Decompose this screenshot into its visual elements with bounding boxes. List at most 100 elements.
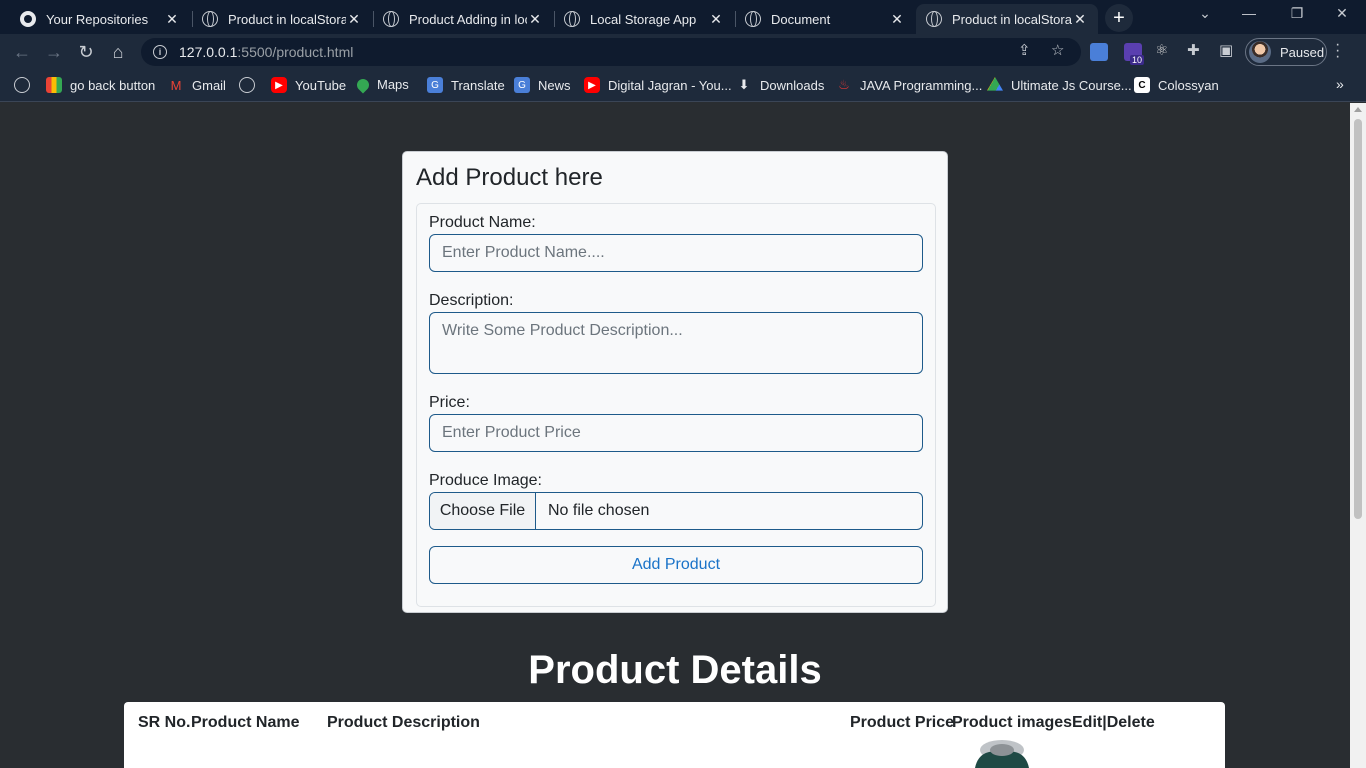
- bookmark-maps[interactable]: Maps: [354, 76, 409, 93]
- github-icon: [20, 11, 36, 27]
- url-host: 127.0.0.1: [179, 44, 238, 60]
- tab-product-localstorage[interactable]: Product in localStorag ✕: [192, 4, 372, 34]
- minimize-icon[interactable]: —: [1237, 5, 1261, 25]
- java-icon: ♨: [838, 77, 850, 92]
- description-textarea[interactable]: [429, 312, 923, 374]
- price-input[interactable]: [429, 414, 923, 452]
- bookmark-label: go back button: [70, 77, 156, 93]
- colossyan-icon: C: [1134, 77, 1150, 93]
- tab-product-localstorage-active[interactable]: Product in localStorag ✕: [916, 4, 1098, 34]
- bookmark-colossyan[interactable]: C Colossyan: [1134, 77, 1219, 93]
- product-image-label: Produce Image:: [429, 472, 542, 489]
- share-icon[interactable]: ⇪: [1018, 41, 1031, 59]
- column-header-product-description: Product Description: [327, 714, 480, 731]
- file-status-text: No file chosen: [548, 502, 650, 519]
- bookmark-news[interactable]: G News: [514, 77, 571, 93]
- bookmark-label: Maps: [377, 77, 409, 92]
- close-tab-icon[interactable]: ✕: [346, 11, 362, 28]
- bookmark-label: Digital Jagran - You...: [608, 77, 732, 93]
- scroll-up-icon[interactable]: [1354, 107, 1362, 112]
- avatar: [1249, 41, 1271, 63]
- news-icon: G: [514, 77, 530, 93]
- reload-icon[interactable]: ↻: [74, 40, 98, 64]
- bookmark-downloads[interactable]: ⬇ Downloads: [736, 77, 825, 93]
- bookmark-gmail[interactable]: M Gmail: [168, 77, 226, 93]
- tab-document[interactable]: Document ✕: [735, 4, 915, 34]
- globe-icon: [926, 11, 942, 27]
- url-text: 127.0.0.1:5500/product.html: [179, 44, 353, 60]
- bookmark-label: Ultimate Js Course...: [1011, 77, 1132, 93]
- product-details-title: Product Details: [528, 648, 822, 692]
- globe-icon: [745, 11, 761, 27]
- react-devtools-icon[interactable]: ⚛: [1155, 41, 1168, 59]
- tab-title: Product Adding in loc: [409, 11, 527, 27]
- bookmark-youtube[interactable]: ▶ YouTube: [271, 77, 346, 93]
- bookmark-java-programming[interactable]: ♨ JAVA Programming...: [836, 77, 982, 93]
- close-tab-icon[interactable]: ✕: [1072, 11, 1088, 28]
- product-thumbnail-image: [975, 740, 1029, 768]
- address-bar[interactable]: i 127.0.0.1:5500/product.html: [141, 38, 1081, 66]
- url-path: :5500/product.html: [237, 44, 354, 60]
- close-tab-icon[interactable]: ✕: [708, 11, 724, 28]
- product-table: SR No. Product Name Product Description …: [124, 702, 1225, 768]
- price-label: Price:: [429, 394, 470, 411]
- globe-icon: [14, 77, 30, 93]
- gmail-icon: M: [170, 77, 182, 93]
- add-product-button[interactable]: Add Product: [429, 546, 923, 584]
- page-content: Add Product here Product Name: Descripti…: [0, 103, 1350, 768]
- home-icon[interactable]: ⌂: [106, 40, 130, 64]
- tab-strip: Your Repositories ✕ Product in localStor…: [0, 0, 1366, 34]
- bookmark-star-icon[interactable]: ☆: [1051, 41, 1064, 59]
- tab-search-icon[interactable]: ⌄: [1193, 5, 1217, 25]
- bookmark-ultimate-js-course[interactable]: Ultimate Js Course...: [987, 77, 1132, 93]
- back-icon[interactable]: ←: [10, 40, 34, 64]
- tab-title: Product in localStorag: [952, 11, 1072, 27]
- maps-icon: [354, 76, 372, 93]
- column-header-product-name: Product Name: [191, 714, 300, 731]
- product-name-input[interactable]: [429, 234, 923, 272]
- bookmark-apps-globe[interactable]: [14, 77, 38, 93]
- apps-grid-icon: [46, 77, 62, 93]
- google-translate-extension-icon[interactable]: [1090, 43, 1108, 61]
- side-panel-icon[interactable]: ▣: [1219, 41, 1233, 59]
- bookmark-digital-jagran[interactable]: ▶ Digital Jagran - You...: [584, 77, 732, 93]
- form-heading: Add Product here: [416, 164, 603, 191]
- extensions-puzzle-icon[interactable]: ✚: [1187, 41, 1200, 59]
- profile-button[interactable]: Paused: [1245, 38, 1327, 66]
- profile-status: Paused: [1280, 44, 1325, 60]
- bookmark-label: JAVA Programming...: [860, 77, 983, 93]
- extension-badge-count: 10: [1130, 55, 1145, 65]
- more-bookmarks-icon[interactable]: »: [1336, 76, 1344, 92]
- product-image-file-input[interactable]: Choose File No file chosen: [429, 492, 923, 530]
- bookmark-translate[interactable]: G Translate: [427, 77, 505, 93]
- new-tab-button[interactable]: +: [1105, 4, 1133, 32]
- globe-icon: [239, 77, 255, 93]
- close-tab-icon[interactable]: ✕: [889, 11, 905, 28]
- page-scrollbar[interactable]: [1350, 103, 1366, 768]
- bookmark-label: Downloads: [760, 77, 825, 93]
- bookmark-label: Gmail: [192, 77, 226, 93]
- scrollbar-thumb[interactable]: [1354, 119, 1362, 519]
- bookmarks-bar: go back button M Gmail ▶ YouTube Maps G Tra…: [0, 70, 1366, 102]
- forward-icon[interactable]: →: [42, 40, 66, 64]
- close-tab-icon[interactable]: ✕: [527, 11, 543, 28]
- bookmark-globe[interactable]: [239, 77, 263, 93]
- chrome-menu-icon[interactable]: · · ·: [1335, 37, 1340, 65]
- globe-icon: [564, 11, 580, 27]
- column-header-edit-delete: Edit|Delete: [1072, 714, 1155, 731]
- restore-icon[interactable]: ❐: [1285, 5, 1309, 25]
- close-tab-icon[interactable]: ✕: [164, 11, 180, 28]
- tab-local-storage-app[interactable]: Local Storage App ✕: [554, 4, 734, 34]
- close-window-icon[interactable]: ✕: [1330, 5, 1354, 25]
- add-product-form: Product Name: Description: Price: Produc…: [416, 203, 936, 607]
- tab-product-adding[interactable]: Product Adding in loc ✕: [373, 4, 553, 34]
- description-label: Description:: [429, 292, 514, 309]
- bookmark-go-back-button[interactable]: go back button: [46, 77, 155, 93]
- choose-file-button[interactable]: Choose File: [430, 493, 536, 529]
- bookmark-label: News: [538, 77, 571, 93]
- site-info-icon[interactable]: i: [153, 45, 167, 59]
- drive-icon: [987, 77, 1003, 91]
- youtube-icon: ▶: [584, 77, 600, 93]
- tab-your-repositories[interactable]: Your Repositories ✕: [10, 4, 190, 34]
- bookmark-label: Colossyan: [1158, 77, 1219, 93]
